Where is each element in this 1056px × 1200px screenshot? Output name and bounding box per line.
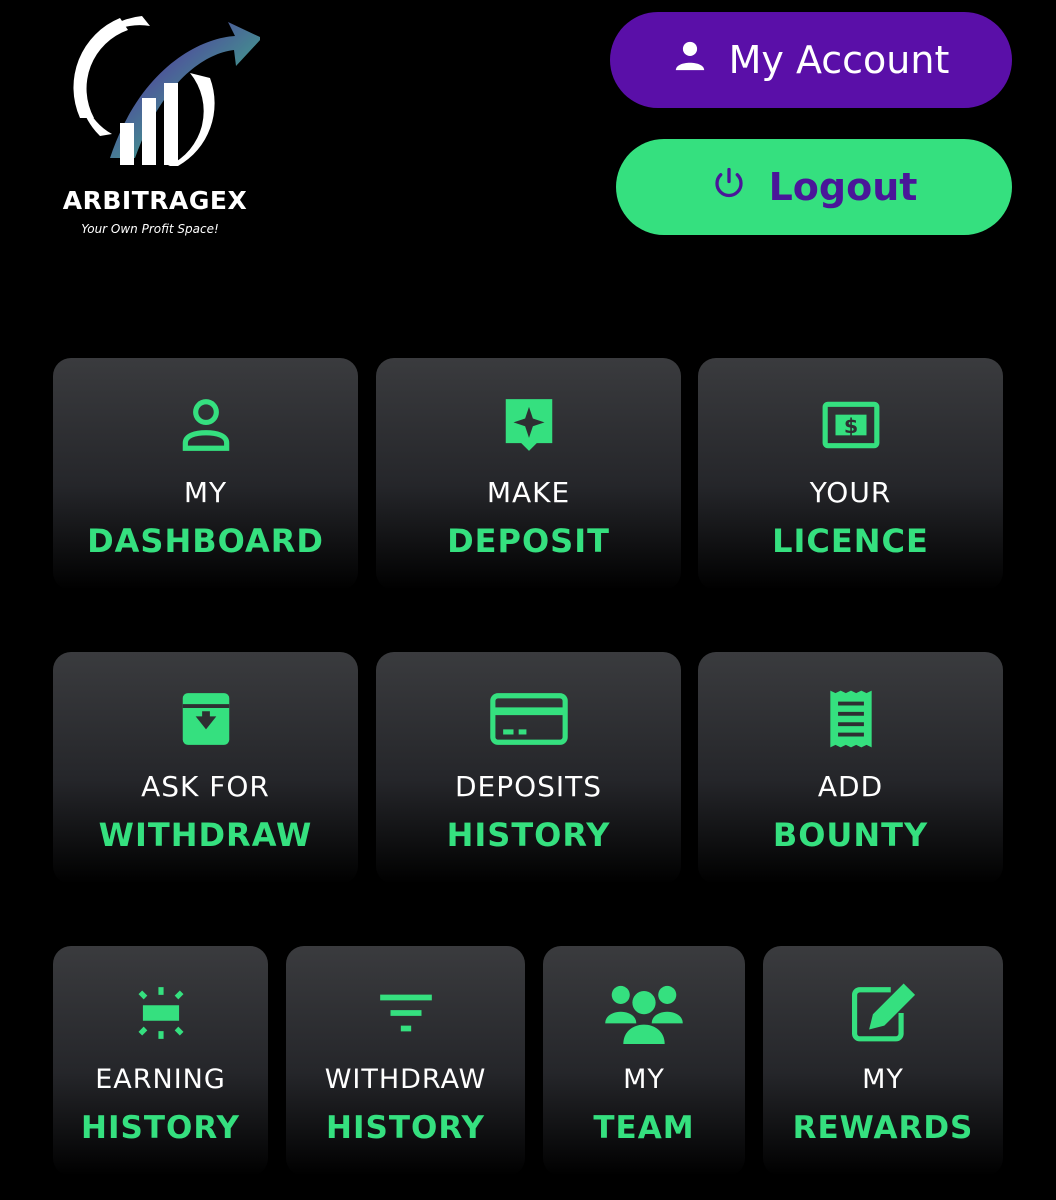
tile-label-bottom: TEAM — [593, 1110, 695, 1146]
archive-down-icon — [175, 688, 237, 750]
tile-my-team[interactable]: MY TEAM — [543, 946, 745, 1176]
tile-your-licence[interactable]: $ YOUR LICENCE — [698, 358, 1003, 590]
tile-label-top: ADD — [817, 770, 884, 803]
tile-label-top: MY — [183, 476, 228, 509]
my-account-button[interactable]: My Account — [610, 12, 1012, 108]
tile-label-bottom: HISTORY — [81, 1110, 240, 1146]
user-icon — [175, 394, 237, 456]
tile-label-top: ASK FOR — [141, 770, 270, 803]
logout-button[interactable]: Logout — [616, 139, 1012, 235]
tile-label-top: MY — [862, 1064, 904, 1095]
tile-label-bottom: HISTORY — [326, 1110, 485, 1146]
tile-label-top: MY — [623, 1064, 665, 1095]
dollar-bill-icon: $ — [820, 394, 882, 456]
tile-label-top: MAKE — [486, 476, 571, 509]
brand-tagline: Your Own Profit Space! — [81, 222, 219, 236]
tile-make-deposit[interactable]: MAKE DEPOSIT — [376, 358, 681, 590]
power-icon — [711, 165, 747, 210]
tile-label-bottom: LICENCE — [772, 522, 929, 560]
tile-label-top: EARNING — [95, 1064, 226, 1095]
tile-my-dashboard[interactable]: MY DASHBOARD — [53, 358, 358, 590]
filter-icon — [375, 982, 437, 1044]
logo-chart-icon — [73, 16, 260, 166]
user-icon — [673, 38, 707, 82]
tile-label-top: WITHDRAW — [324, 1064, 487, 1095]
tile-label-bottom: DASHBOARD — [87, 522, 324, 560]
tile-my-rewards[interactable]: MY REWARDS — [763, 946, 1003, 1176]
tile-deposits-history[interactable]: DEPOSITS HISTORY — [376, 652, 681, 884]
sparkle-box-icon — [130, 982, 192, 1044]
tile-earning-history[interactable]: EARNING HISTORY — [53, 946, 268, 1176]
tile-withdraw-history[interactable]: WITHDRAW HISTORY — [286, 946, 525, 1176]
brand-logo: ARBITRAGEX Your Own Profit Space! — [40, 8, 270, 238]
svg-text:$: $ — [843, 414, 857, 438]
tile-label-bottom: REWARDS — [792, 1110, 974, 1146]
tile-label-bottom: DEPOSIT — [447, 522, 610, 560]
team-icon — [605, 982, 683, 1044]
logout-label: Logout — [768, 165, 918, 209]
credit-card-icon — [489, 688, 569, 750]
receipt-icon — [820, 688, 882, 750]
tile-label-bottom: WITHDRAW — [98, 816, 313, 854]
edit-icon — [847, 982, 919, 1044]
tile-label-bottom: BOUNTY — [772, 816, 929, 854]
tile-label-top: DEPOSITS — [454, 770, 603, 803]
tile-label-top: YOUR — [809, 476, 892, 509]
sparkle-chat-icon — [498, 394, 560, 456]
tile-add-bounty[interactable]: ADD BOUNTY — [698, 652, 1003, 884]
my-account-label: My Account — [728, 38, 950, 82]
brand-name: ARBITRAGEX — [62, 186, 248, 215]
tile-label-bottom: HISTORY — [446, 816, 611, 854]
tile-ask-for-withdraw[interactable]: ASK FOR WITHDRAW — [53, 652, 358, 884]
